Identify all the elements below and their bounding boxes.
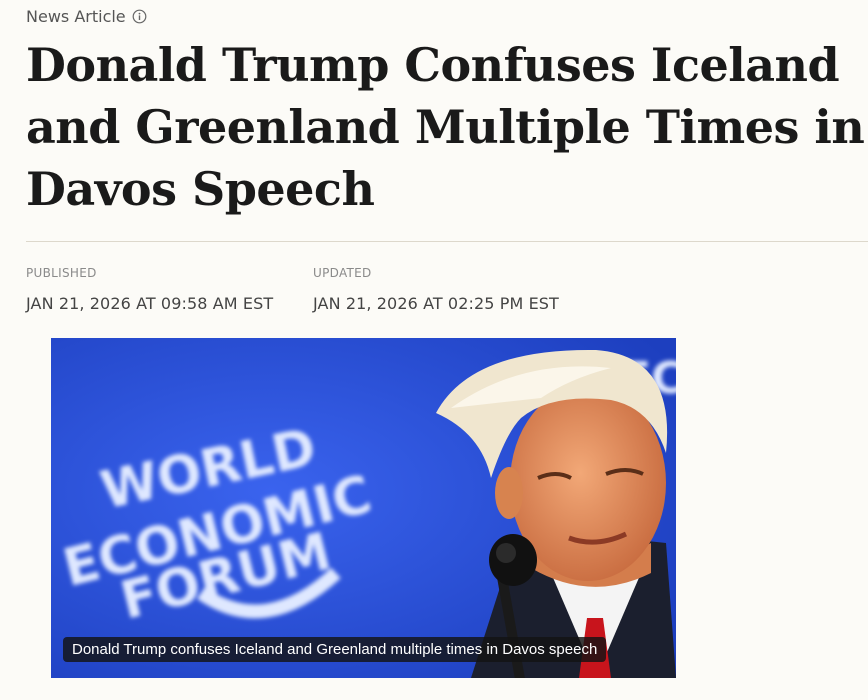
- info-icon[interactable]: [132, 9, 147, 24]
- header-divider: [26, 241, 868, 242]
- photo-illustration: WORLD ECONOMIC FORUM EC: [51, 338, 676, 678]
- photo-caption: Donald Trump confuses Iceland and Greenl…: [63, 637, 607, 662]
- updated-meta: UPDATED JAN 21, 2026 AT 02:25 PM EST: [313, 266, 559, 313]
- article-kicker: News Article: [26, 7, 147, 26]
- updated-label: UPDATED: [313, 266, 372, 280]
- published-label: PUBLISHED: [26, 266, 97, 280]
- published-meta: PUBLISHED JAN 21, 2026 AT 09:58 AM EST: [26, 266, 273, 313]
- updated-date: JAN 21, 2026 AT 02:25 PM EST: [313, 294, 559, 313]
- article-photo[interactable]: WORLD ECONOMIC FORUM EC Donald Trump con…: [51, 338, 676, 678]
- published-date: JAN 21, 2026 AT 09:58 AM EST: [26, 294, 274, 313]
- article-headline: Donald Trump Confuses Iceland and Greenl…: [26, 38, 865, 216]
- kicker-label: News Article: [26, 7, 126, 26]
